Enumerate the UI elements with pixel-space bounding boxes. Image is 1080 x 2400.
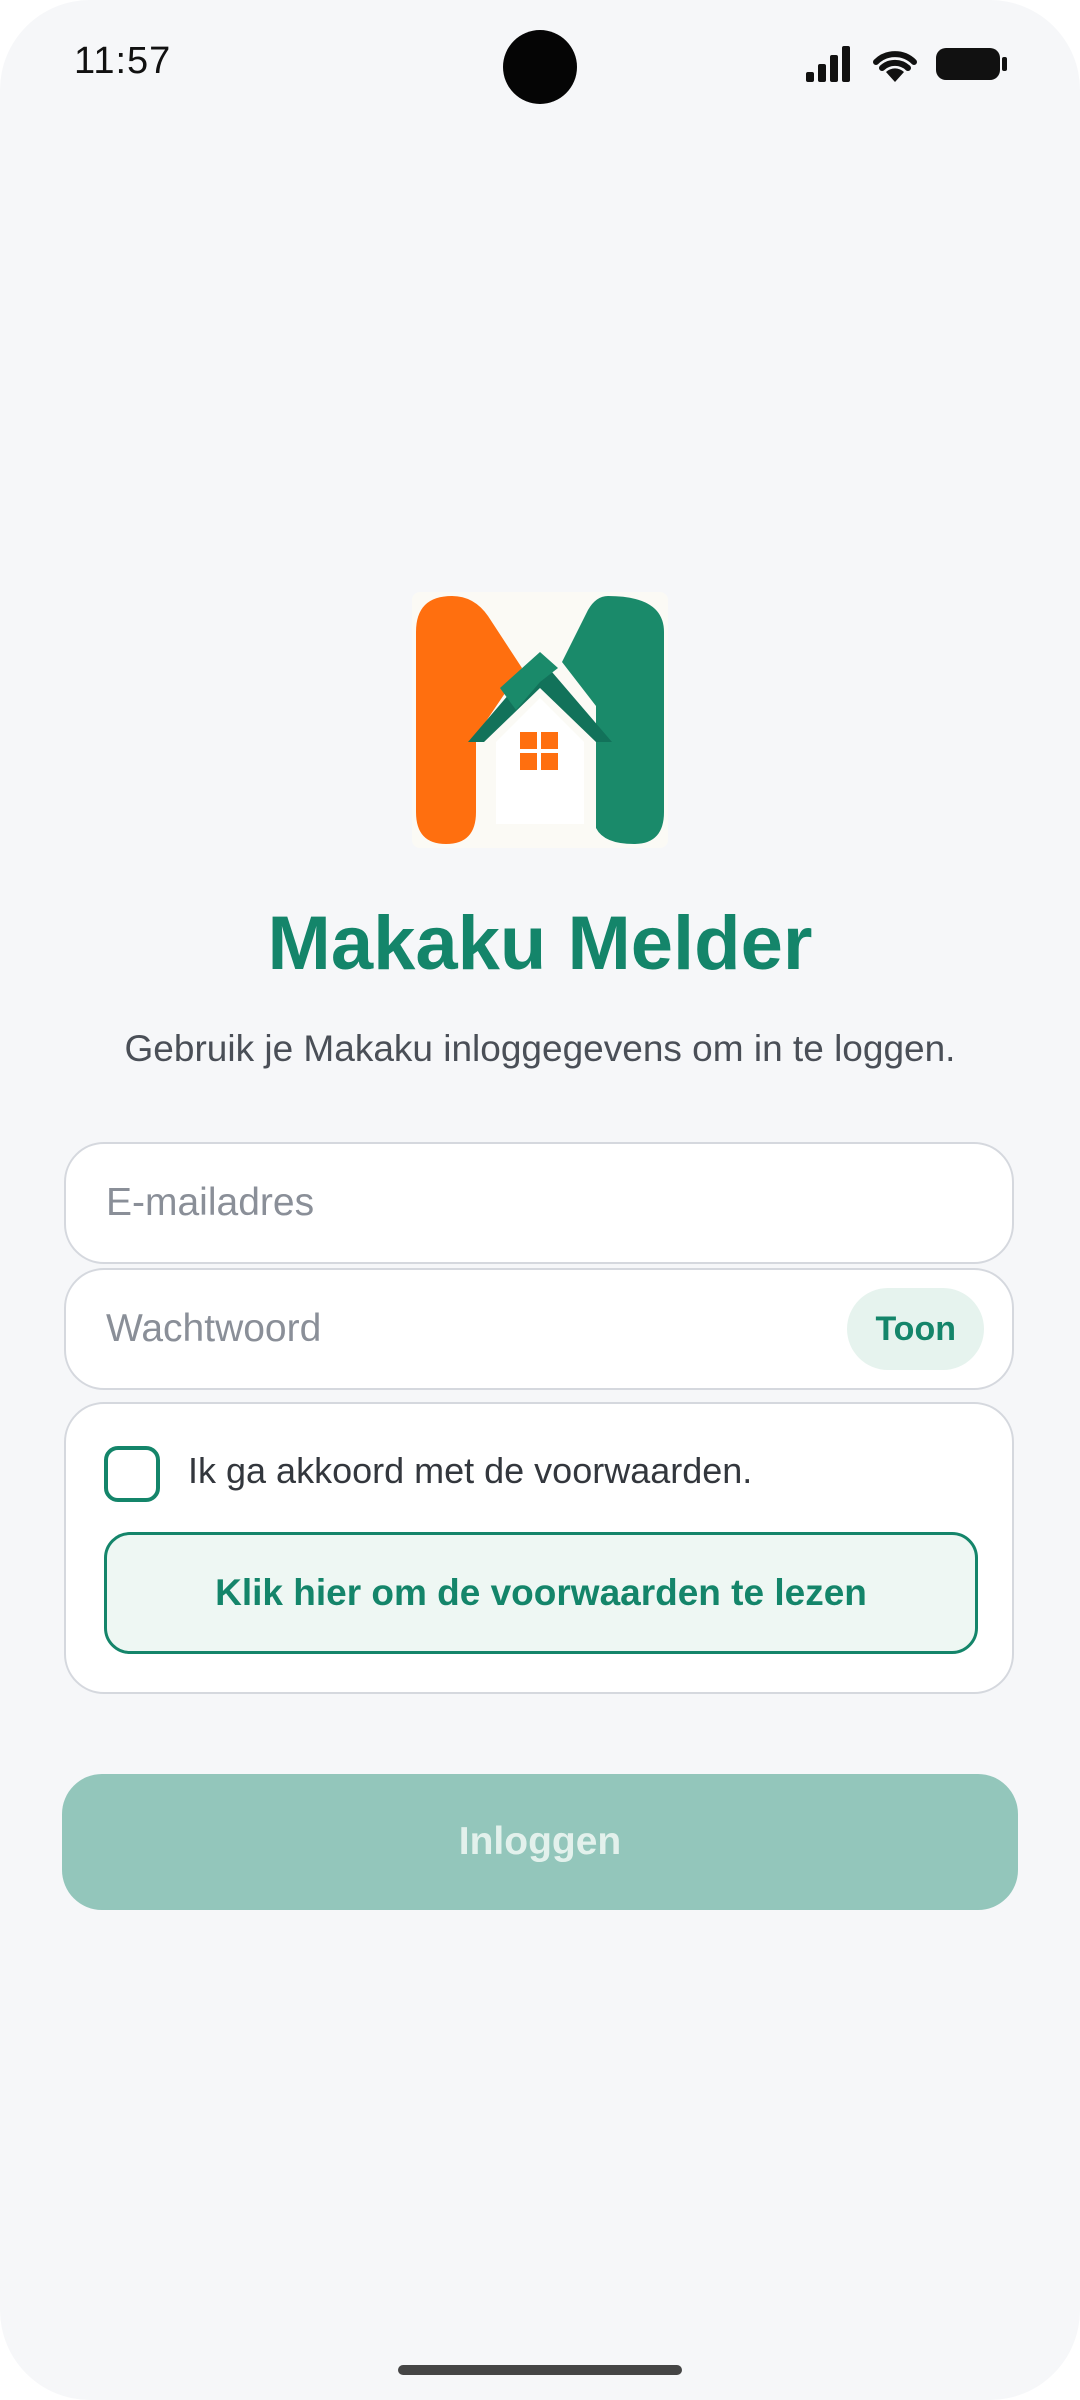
signal-icon (806, 46, 850, 82)
password-input[interactable] (104, 1306, 848, 1352)
show-password-button[interactable]: Toon (847, 1288, 984, 1370)
email-input[interactable] (104, 1180, 1012, 1226)
status-icons (806, 46, 1008, 82)
status-bar: 11:57 (0, 0, 1080, 130)
login-button[interactable]: Inloggen (62, 1774, 1018, 1910)
home-indicator[interactable] (398, 2365, 682, 2375)
login-instructions: Gebruik je Makaku inloggegevens om in te… (124, 1028, 956, 1069)
read-terms-button[interactable]: Klik hier om de voorwaarden te lezen (104, 1532, 978, 1654)
terms-checkbox-label[interactable]: Ik ga akkoord met de voorwaarden. (188, 1450, 752, 1492)
terms-checkbox[interactable] (104, 1446, 160, 1502)
battery-icon (936, 48, 1007, 80)
front-camera (503, 30, 577, 104)
status-time: 11:57 (74, 40, 172, 82)
email-field[interactable] (64, 1142, 1014, 1264)
terms-card: Ik ga akkoord met de voorwaarden. Klik h… (64, 1402, 1014, 1694)
phone-screen: 11:57 Makaku Melder Gebruik je Makaku in… (0, 0, 1080, 2400)
app-title: Makaku Melder (267, 901, 813, 986)
makaku-logo-icon (412, 592, 668, 848)
password-field[interactable]: Toon (64, 1268, 1014, 1390)
wifi-icon (873, 51, 917, 82)
